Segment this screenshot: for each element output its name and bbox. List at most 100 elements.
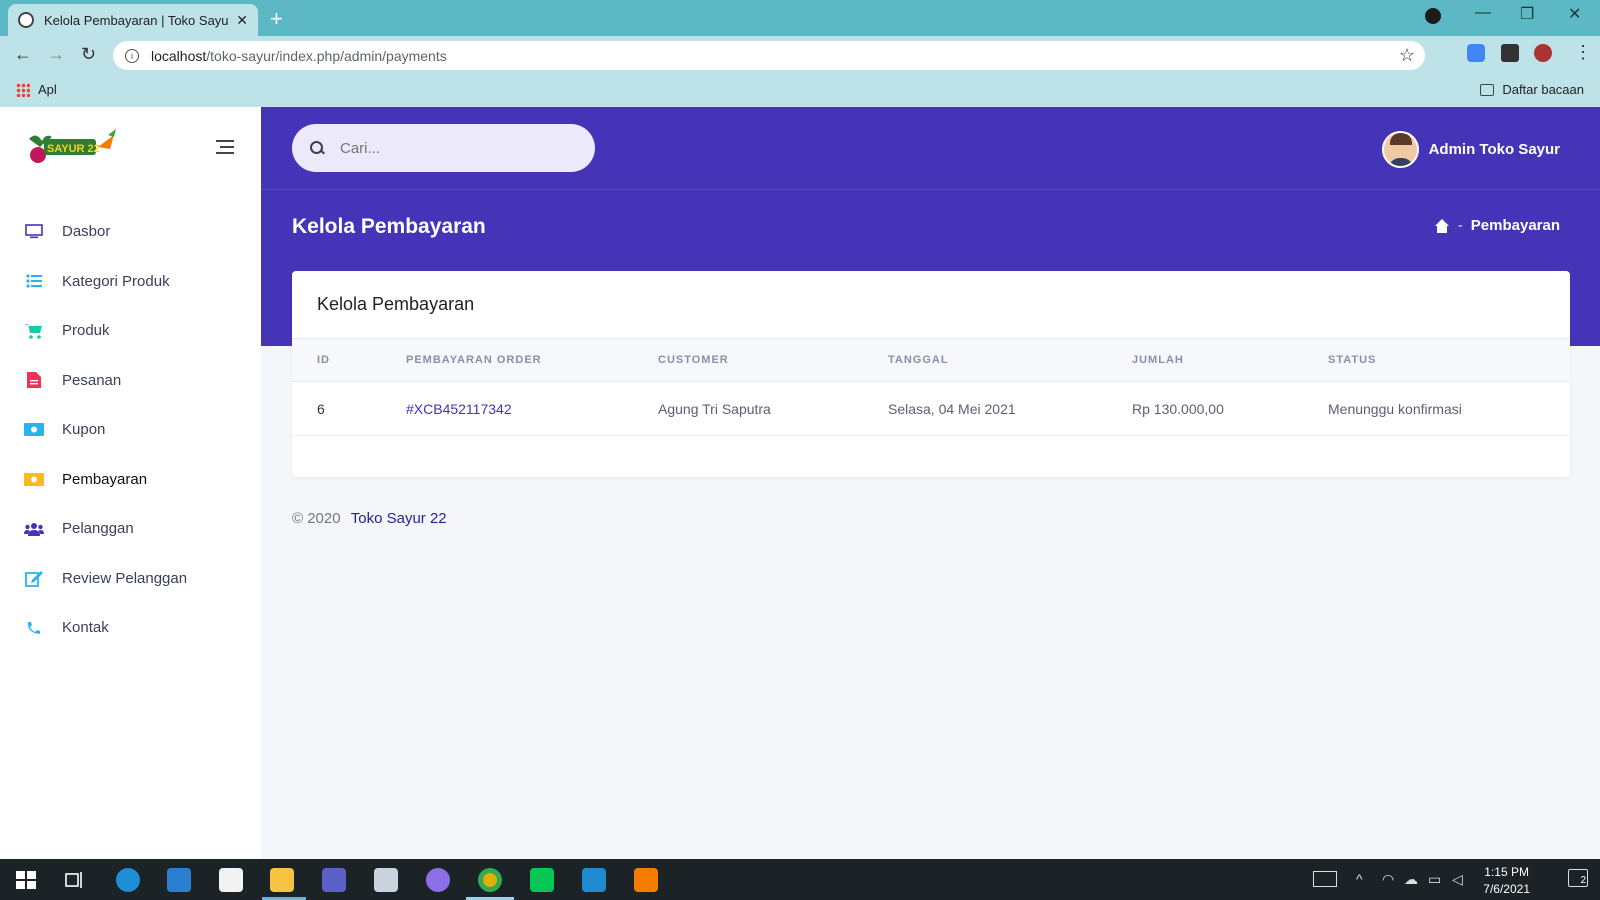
sidebar-menu: Dasbor Kategori Produk Produk Pesanan Ku… [0, 207, 261, 653]
sidebar: SAYUR 22 Dasbor Kategori Produk Produk P… [0, 107, 261, 859]
sidebar-item-label: Dasbor [62, 223, 111, 241]
notification-center-icon[interactable]: 2 [1568, 869, 1588, 887]
home-icon[interactable] [1434, 218, 1450, 233]
sidebar-item-label: Pembayaran [62, 470, 148, 488]
discord-icon[interactable] [426, 868, 450, 892]
user-name: Admin Toko Sayur [1428, 141, 1560, 158]
new-tab-icon[interactable]: + [270, 6, 283, 32]
reload-icon[interactable]: ↻ [81, 44, 96, 65]
sidebar-toggle-icon[interactable] [216, 140, 234, 158]
restore-icon[interactable]: ❐ [1520, 4, 1534, 24]
url-path: /toko-sayur/index.php/admin/payments [206, 47, 447, 64]
breadcrumb-separator: - [1457, 217, 1463, 234]
volume-icon[interactable]: ◁ [1452, 871, 1463, 888]
sidebar-item-kupon[interactable]: Kupon [0, 405, 261, 455]
sidebar-item-pembayaran[interactable]: Pembayaran [0, 455, 261, 505]
monitor-icon [24, 224, 44, 240]
table-row: 6 #XCB452117342 Agung Tri Saputra Selasa… [292, 382, 1570, 436]
vscode-icon[interactable] [582, 868, 606, 892]
file-explorer-icon[interactable] [270, 868, 294, 892]
line-app-icon[interactable] [530, 868, 554, 892]
profile-avatar-icon[interactable] [1534, 44, 1552, 62]
cell-amount: Rp 130.000,00 [1132, 400, 1224, 417]
sidebar-item-label: Kupon [62, 421, 106, 439]
cart-icon [24, 323, 44, 339]
mail-icon[interactable] [167, 868, 191, 892]
sidebar-item-kontak[interactable]: Kontak [0, 603, 261, 653]
apps-grid-icon [16, 82, 30, 97]
avatar [1381, 131, 1419, 168]
url-host: localhost [151, 47, 207, 64]
news-widget-icon[interactable] [1313, 871, 1337, 887]
column-header-customer: CUSTOMER [658, 354, 729, 366]
windows-start-icon[interactable] [14, 868, 38, 892]
sidebar-item-label: Kategori Produk [62, 272, 170, 290]
search-box[interactable] [292, 124, 595, 172]
tab-title: Kelola Pembayaran | Toko Sayur 22 [44, 12, 229, 28]
edge-browser-icon[interactable] [116, 868, 140, 892]
store-icon[interactable] [219, 868, 243, 892]
battery-icon[interactable]: ▭ [1428, 871, 1441, 888]
tab-search-icon[interactable] [1425, 8, 1441, 24]
notification-count: 2 [1580, 875, 1586, 886]
users-icon [24, 521, 44, 537]
search-input[interactable] [338, 138, 558, 158]
site-info-icon[interactable]: i [125, 48, 139, 63]
cell-date: Selasa, 04 Mei 2021 [888, 400, 1016, 417]
back-icon[interactable]: ← [14, 44, 32, 65]
money-icon [24, 471, 44, 487]
column-header-date: TANGGAL [888, 354, 949, 366]
sidebar-item-review-pelanggan[interactable]: Review Pelanggan [0, 554, 261, 604]
clock[interactable]: 1:15 PM 7/6/2021 [1483, 864, 1530, 898]
page-title: Kelola Pembayaran [292, 215, 486, 238]
table-header: ID PEMBAYARAN ORDER CUSTOMER TANGGAL JUM… [292, 339, 1570, 382]
reading-list-icon [1480, 83, 1495, 96]
list-icon [24, 273, 44, 289]
cell-id: 6 [317, 400, 325, 417]
teams-icon[interactable] [322, 868, 346, 892]
column-header-order: PEMBAYARAN ORDER [406, 354, 542, 366]
apps-shortcut[interactable]: Apl [16, 82, 57, 97]
sidebar-item-label: Pesanan [62, 371, 122, 389]
svg-text:SAYUR 22: SAYUR 22 [47, 143, 100, 155]
browser-tab-strip: Kelola Pembayaran | Toko Sayur 22 ✕ + — … [0, 0, 1600, 36]
tab-close-icon[interactable]: ✕ [236, 12, 248, 29]
sidebar-item-pesanan[interactable]: Pesanan [0, 356, 261, 406]
column-header-status: STATUS [1328, 354, 1377, 366]
breadcrumb: - Pembayaran [1434, 217, 1560, 234]
browser-menu-icon[interactable]: ⋮ [1574, 42, 1592, 63]
forward-icon[interactable]: → [47, 44, 65, 65]
tray-chevron-icon[interactable]: ^ [1356, 871, 1363, 887]
sidebar-item-dasbor[interactable]: Dasbor [0, 207, 261, 257]
chrome-icon[interactable] [478, 868, 502, 892]
task-view-icon[interactable] [62, 868, 86, 892]
apps-label: Apl [38, 82, 57, 97]
minimize-icon[interactable]: — [1475, 4, 1491, 22]
reading-list-button[interactable]: Daftar bacaan [1480, 82, 1584, 97]
sidebar-item-pelanggan[interactable]: Pelanggan [0, 504, 261, 554]
sidebar-item-kategori-produk[interactable]: Kategori Produk [0, 257, 261, 307]
browser-tab[interactable]: Kelola Pembayaran | Toko Sayur 22 ✕ [8, 4, 258, 36]
clock-time: 1:15 PM [1484, 865, 1529, 879]
window-close-icon[interactable]: ✕ [1568, 4, 1581, 24]
xampp-icon[interactable] [634, 868, 658, 892]
document-icon [24, 372, 44, 389]
footer-brand-link[interactable]: Toko Sayur 22 [351, 510, 447, 527]
bookmark-star-icon[interactable]: ☆ [1399, 45, 1415, 66]
photos-icon[interactable] [374, 868, 398, 892]
onedrive-icon[interactable]: ☁ [1404, 871, 1418, 888]
sidebar-item-produk[interactable]: Produk [0, 306, 261, 356]
column-header-id: ID [317, 354, 330, 366]
store-logo[interactable]: SAYUR 22 [24, 129, 119, 167]
translate-extension-icon[interactable] [1467, 44, 1485, 62]
os-taskbar: ^ ◠ ☁ ▭ ◁ 1:15 PM 7/6/2021 2 [0, 859, 1600, 900]
order-link[interactable]: #XCB452117342 [406, 401, 512, 417]
money-icon [24, 422, 44, 438]
edit-icon [24, 570, 44, 587]
sidebar-item-label: Pelanggan [62, 520, 134, 538]
address-bar[interactable]: i localhost /toko-sayur/index.php/admin/… [113, 41, 1425, 70]
extensions-puzzle-icon[interactable] [1501, 44, 1519, 62]
payments-card: Kelola Pembayaran ID PEMBAYARAN ORDER CU… [292, 271, 1570, 477]
user-menu[interactable]: Admin Toko Sayur [1381, 131, 1560, 168]
wifi-icon[interactable]: ◠ [1382, 871, 1394, 888]
